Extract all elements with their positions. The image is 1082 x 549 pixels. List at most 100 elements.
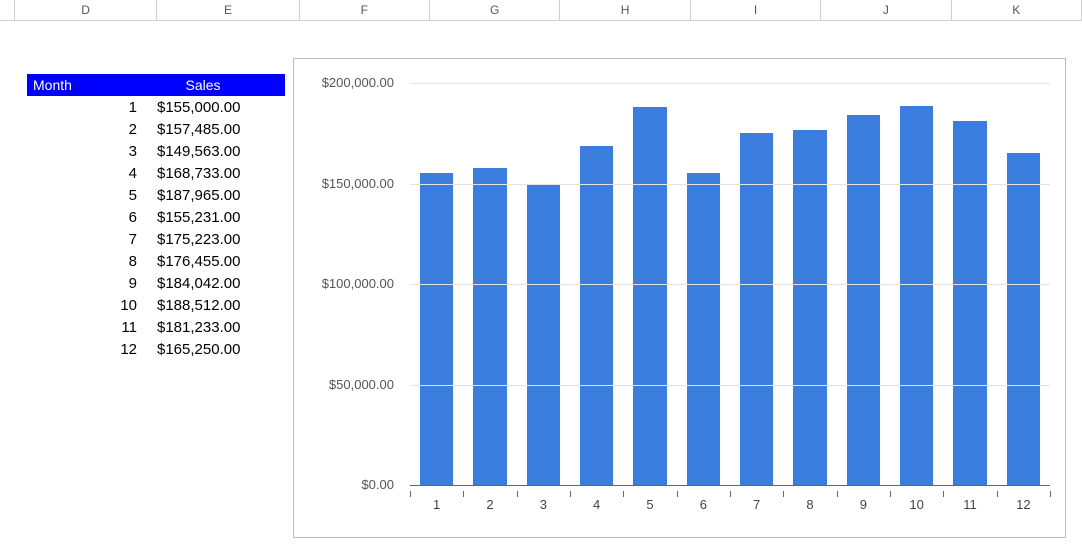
x-axis-tick-label: 8 <box>798 497 822 512</box>
chart-container[interactable]: $0.00 $50,000.00 $100,000.00 $150,000.00 $20… <box>293 58 1066 538</box>
cell-month[interactable]: 7 <box>27 231 157 248</box>
cell-sales[interactable]: $175,223.00 <box>157 231 288 248</box>
x-axis-tick <box>997 491 998 497</box>
chart-bar[interactable] <box>1007 153 1040 485</box>
cell-sales[interactable]: $187,965.00 <box>157 187 288 204</box>
x-axis-tick-label: 10 <box>905 497 929 512</box>
table-row[interactable]: 3$149,563.00 <box>27 140 285 162</box>
column-header[interactable]: E <box>157 0 299 20</box>
chart-bar[interactable] <box>473 168 506 485</box>
x-axis-tick <box>783 491 784 497</box>
table-row[interactable]: 11$181,233.00 <box>27 316 285 338</box>
cell-month[interactable]: 9 <box>27 275 157 292</box>
cell-month[interactable]: 5 <box>27 187 157 204</box>
x-axis-tick <box>623 491 624 497</box>
chart-bar[interactable] <box>580 146 613 485</box>
cell-month[interactable]: 6 <box>27 209 157 226</box>
y-axis-tick-label: $150,000.00 <box>322 176 394 191</box>
cell-sales[interactable]: $188,512.00 <box>157 297 288 314</box>
x-axis-tick-label: 11 <box>958 497 982 512</box>
x-axis-tick-label: 3 <box>531 497 555 512</box>
x-axis-tick <box>410 491 411 497</box>
table-row[interactable]: 4$168,733.00 <box>27 162 285 184</box>
chart-gridline <box>410 184 1050 185</box>
cell-sales[interactable]: $168,733.00 <box>157 165 288 182</box>
chart-gridline <box>410 83 1050 84</box>
x-axis-tick <box>890 491 891 497</box>
x-axis-tick <box>570 491 571 497</box>
cell-sales[interactable]: $157,485.00 <box>157 121 288 138</box>
cell-sales[interactable]: $181,233.00 <box>157 319 288 336</box>
column-header[interactable]: J <box>821 0 951 20</box>
chart-bar[interactable] <box>420 173 453 485</box>
x-axis-tick-label: 6 <box>691 497 715 512</box>
column-headers: DEFGHIJK <box>0 0 1082 21</box>
cell-sales[interactable]: $149,563.00 <box>157 143 288 160</box>
table-row[interactable]: 7$175,223.00 <box>27 228 285 250</box>
y-axis-tick-label: $200,000.00 <box>322 75 394 90</box>
x-axis-tick <box>517 491 518 497</box>
table-row[interactable]: 8$176,455.00 <box>27 250 285 272</box>
y-axis-tick-label: $0.00 <box>361 477 394 492</box>
table-header-row: Month Sales <box>27 74 285 96</box>
x-axis-tick-label: 1 <box>425 497 449 512</box>
x-axis-tick-label: 2 <box>478 497 502 512</box>
chart-bar[interactable] <box>527 184 560 485</box>
chart-gridline <box>410 385 1050 386</box>
column-header[interactable]: F <box>300 0 430 20</box>
y-axis-tick-label: $100,000.00 <box>322 276 394 291</box>
cell-sales[interactable]: $165,250.00 <box>157 341 288 358</box>
chart-bar[interactable] <box>847 115 880 485</box>
table-row[interactable]: 9$184,042.00 <box>27 272 285 294</box>
cell-sales[interactable]: $184,042.00 <box>157 275 288 292</box>
x-axis-tick <box>730 491 731 497</box>
x-axis-tick <box>943 491 944 497</box>
data-table: Month Sales 1$155,000.002$157,485.003$14… <box>27 74 285 360</box>
table-row[interactable]: 5$187,965.00 <box>27 184 285 206</box>
cell-month[interactable]: 1 <box>27 99 157 116</box>
table-row[interactable]: 12$165,250.00 <box>27 338 285 360</box>
column-header[interactable]: G <box>430 0 560 20</box>
column-header[interactable]: I <box>691 0 821 20</box>
table-row[interactable]: 10$188,512.00 <box>27 294 285 316</box>
cell-sales[interactable]: $155,231.00 <box>157 209 288 226</box>
chart-bar[interactable] <box>687 173 720 485</box>
cell-month[interactable]: 11 <box>27 319 157 336</box>
cell-sales[interactable]: $176,455.00 <box>157 253 288 270</box>
x-axis-labels: 123456789101112 <box>410 491 1050 515</box>
chart-bar[interactable] <box>900 106 933 485</box>
x-axis-tick-label: 7 <box>745 497 769 512</box>
column-header-gutter <box>0 0 15 20</box>
chart-plot-area <box>410 83 1050 485</box>
cell-month[interactable]: 12 <box>27 341 157 358</box>
chart-bar[interactable] <box>953 121 986 485</box>
x-axis-tick <box>677 491 678 497</box>
x-axis-tick <box>1050 491 1051 497</box>
chart-bar[interactable] <box>740 133 773 485</box>
x-axis-tick-label: 4 <box>585 497 609 512</box>
x-axis-tick <box>463 491 464 497</box>
x-axis-tick-label: 12 <box>1011 497 1035 512</box>
x-axis-tick-label: 9 <box>851 497 875 512</box>
cell-month[interactable]: 4 <box>27 165 157 182</box>
cell-month[interactable]: 8 <box>27 253 157 270</box>
chart-gridline <box>410 284 1050 285</box>
table-header-month: Month <box>27 77 121 93</box>
table-row[interactable]: 2$157,485.00 <box>27 118 285 140</box>
cell-month[interactable]: 10 <box>27 297 157 314</box>
y-axis-labels: $0.00$50,000.00$100,000.00$150,000.00$20… <box>294 83 402 485</box>
x-axis-tick <box>837 491 838 497</box>
y-axis-tick-label: $50,000.00 <box>329 377 394 392</box>
column-header[interactable]: H <box>560 0 690 20</box>
cell-month[interactable]: 3 <box>27 143 157 160</box>
cell-month[interactable]: 2 <box>27 121 157 138</box>
chart-baseline <box>410 485 1050 486</box>
table-row[interactable]: 1$155,000.00 <box>27 96 285 118</box>
table-header-sales: Sales <box>121 77 285 93</box>
cell-sales[interactable]: $155,000.00 <box>157 99 288 116</box>
chart-bar[interactable] <box>633 107 666 485</box>
table-body: 1$155,000.002$157,485.003$149,563.004$16… <box>27 96 285 360</box>
table-row[interactable]: 6$155,231.00 <box>27 206 285 228</box>
column-header[interactable]: K <box>952 0 1082 20</box>
column-header[interactable]: D <box>15 0 157 20</box>
